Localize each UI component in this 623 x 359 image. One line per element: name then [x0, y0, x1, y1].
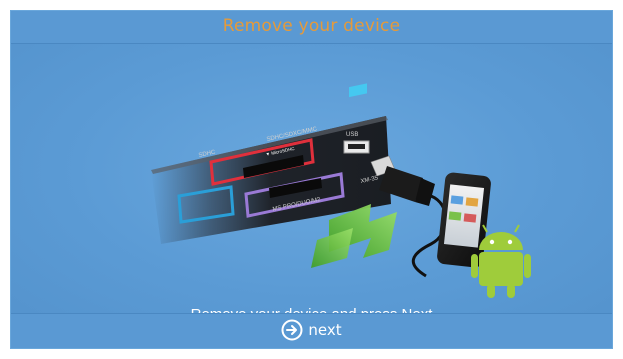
remove-device-illustration: SDHC SDHC/SDXC/MMC ▼ MicroSDHC USB MS PR… [151, 83, 531, 298]
footer-bar: next [11, 313, 612, 348]
arrow-right-circle-icon [281, 319, 303, 341]
panel-label-usb: USB [346, 132, 358, 138]
main-content: SDHC SDHC/SDXC/MMC ▼ MicroSDHC USB MS PR… [11, 44, 612, 325]
usb-cable [370, 155, 448, 278]
title-bar: Remove your device [11, 11, 612, 44]
app-window: Remove your device SDHC SDHC/SDXC/MMC ▼ … [10, 10, 613, 349]
next-label: next [308, 321, 342, 339]
next-button[interactable]: next [281, 319, 342, 341]
window-title: Remove your device [222, 16, 401, 36]
